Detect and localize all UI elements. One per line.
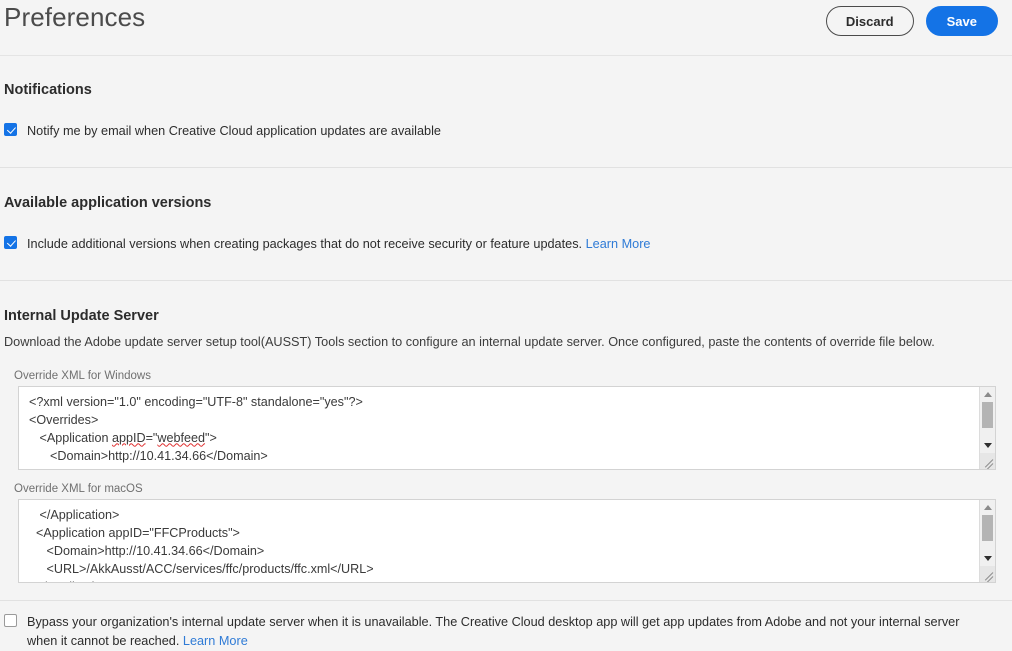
override-xml-windows-scrollbar[interactable]: [979, 387, 995, 469]
resize-grip-icon[interactable]: [980, 566, 995, 582]
bypass-text: Bypass your organization's internal upda…: [27, 615, 959, 648]
internal-update-server-description: Download the Adobe update server setup t…: [4, 333, 1008, 351]
available-versions-title: Available application versions: [4, 195, 1008, 211]
scroll-track[interactable]: [980, 515, 995, 551]
available-versions-learn-more-link[interactable]: Learn More: [586, 237, 651, 251]
override-xml-windows-label: Override XML for Windows: [14, 370, 1008, 382]
override-xml-macos-field: Override XML for macOS </Application> <A…: [4, 483, 1008, 583]
bypass-section: Bypass your organization's internal upda…: [0, 601, 1012, 651]
scroll-up-icon[interactable]: [980, 387, 995, 402]
notify-email-row[interactable]: Notify me by email when Creative Cloud a…: [4, 122, 1008, 141]
notify-email-checkbox[interactable]: [4, 123, 17, 136]
scroll-track[interactable]: [980, 402, 995, 438]
override-xml-macos-label: Override XML for macOS: [14, 483, 1008, 495]
scroll-thumb[interactable]: [982, 515, 993, 541]
scroll-up-icon[interactable]: [980, 500, 995, 515]
bypass-checkbox[interactable]: [4, 614, 17, 627]
override-xml-macos-scrollbar[interactable]: [979, 500, 995, 582]
include-additional-versions-checkbox[interactable]: [4, 236, 17, 249]
override-xml-windows-value[interactable]: <?xml version="1.0" encoding="UTF-8" sta…: [19, 387, 995, 469]
internal-update-server-section: Internal Update Server Download the Adob…: [0, 281, 1012, 582]
scroll-thumb[interactable]: [982, 402, 993, 428]
include-additional-versions-label: Include additional versions when creatin…: [27, 235, 650, 254]
notifications-section: Notifications Notify me by email when Cr…: [0, 56, 1012, 141]
internal-update-server-title: Internal Update Server: [4, 308, 1008, 324]
header-actions: Discard Save: [826, 6, 998, 36]
override-xml-macos-textarea[interactable]: </Application> <Application appID="FFCPr…: [18, 499, 996, 583]
bypass-row[interactable]: Bypass your organization's internal upda…: [4, 613, 1008, 651]
override-xml-macos-value[interactable]: </Application> <Application appID="FFCPr…: [19, 500, 995, 582]
bypass-label: Bypass your organization's internal upda…: [27, 613, 987, 651]
available-versions-section: Available application versions Include a…: [0, 168, 1012, 254]
include-additional-versions-row[interactable]: Include additional versions when creatin…: [4, 235, 1008, 254]
notifications-title: Notifications: [4, 82, 1008, 98]
bypass-learn-more-link[interactable]: Learn More: [183, 634, 248, 648]
page-header: Preferences Discard Save: [0, 0, 1012, 56]
override-xml-windows-field: Override XML for Windows <?xml version="…: [4, 370, 1008, 470]
notify-email-label: Notify me by email when Creative Cloud a…: [27, 122, 441, 141]
scroll-down-icon[interactable]: [980, 438, 995, 453]
save-button[interactable]: Save: [926, 6, 998, 36]
include-additional-versions-text: Include additional versions when creatin…: [27, 237, 582, 251]
override-xml-windows-textarea[interactable]: <?xml version="1.0" encoding="UTF-8" sta…: [18, 386, 996, 470]
page-title: Preferences: [4, 2, 145, 33]
scroll-down-icon[interactable]: [980, 551, 995, 566]
resize-grip-icon[interactable]: [980, 453, 995, 469]
discard-button[interactable]: Discard: [826, 6, 914, 36]
